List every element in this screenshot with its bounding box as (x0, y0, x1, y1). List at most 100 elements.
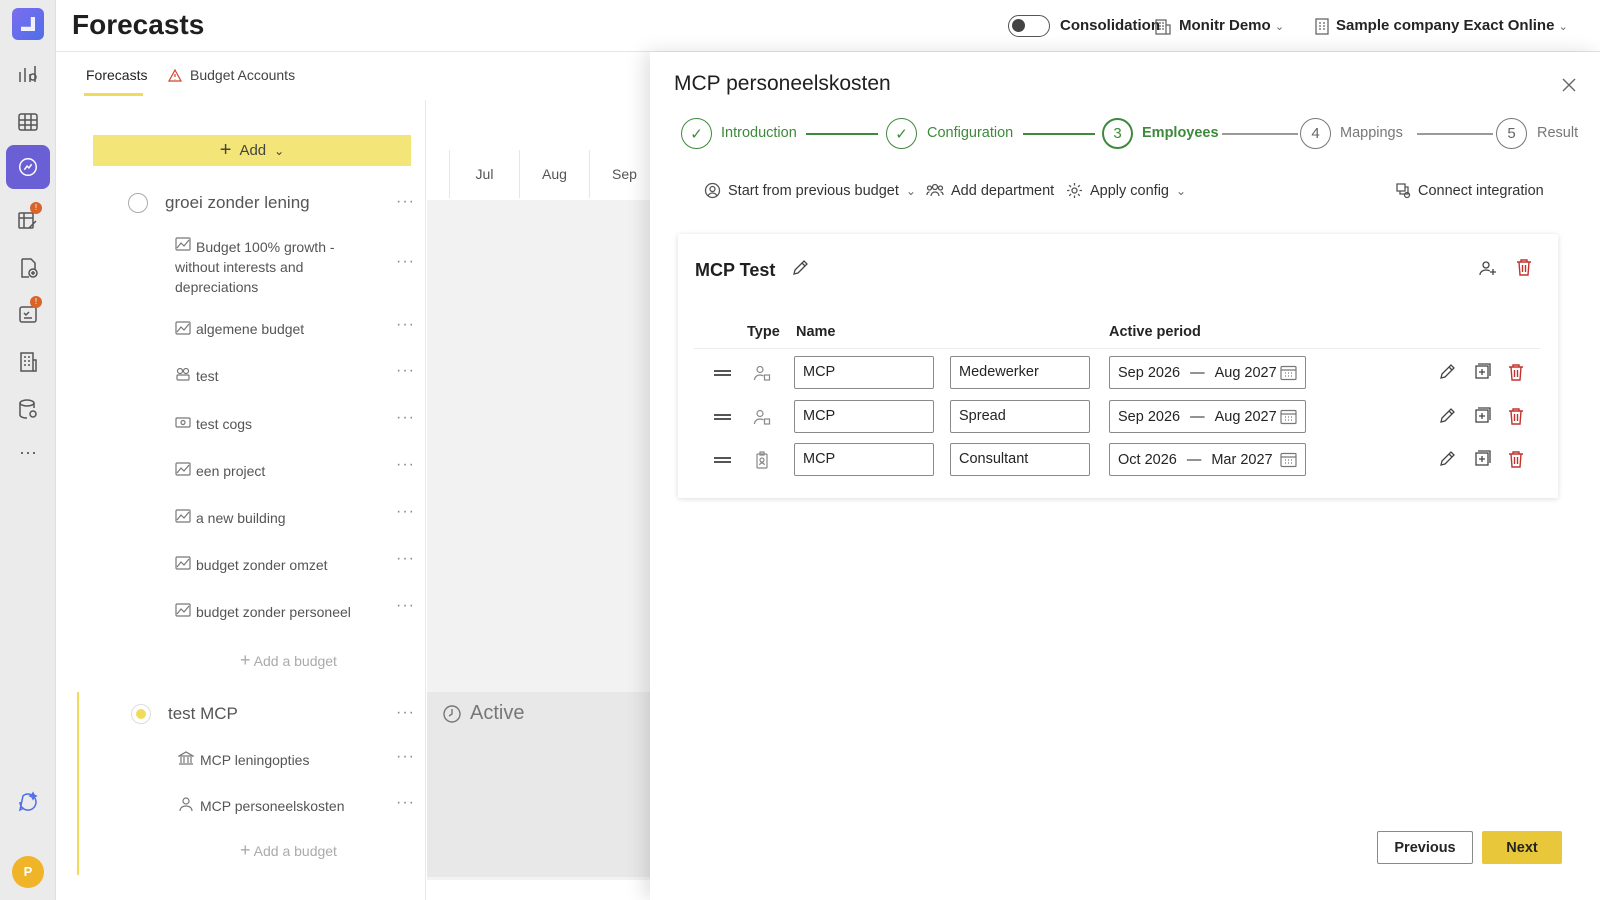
list-item[interactable]: een project (196, 463, 265, 479)
step-2-label[interactable]: Configuration (927, 125, 1013, 141)
step-4-label[interactable]: Mappings (1340, 125, 1403, 141)
step-1-circle[interactable]: ✓ (681, 118, 712, 149)
group-icon (175, 366, 191, 382)
employee-name-field[interactable]: MCP (794, 400, 934, 433)
start-from-previous-budget-button[interactable]: Start from previous budget ⌄ (704, 182, 916, 199)
more-options-icon[interactable]: ··· (396, 794, 415, 812)
delete-icon[interactable] (1508, 407, 1524, 425)
app-logo[interactable] (12, 8, 44, 40)
group-label[interactable]: groei zonder lening (165, 193, 310, 213)
scenario-tree (56, 100, 426, 900)
sheet-edit-icon[interactable]: ! (16, 202, 42, 232)
active-period-field[interactable]: Sep 2026 — Aug 2027 (1109, 400, 1306, 433)
drag-handle-icon[interactable] (714, 370, 731, 376)
table-icon[interactable] (16, 110, 40, 134)
list-item[interactable]: a new building (196, 510, 286, 526)
edit-icon[interactable] (1438, 407, 1456, 425)
organization-icon (1155, 17, 1171, 35)
more-options-icon[interactable]: ··· (396, 193, 415, 211)
checklist-icon[interactable]: ! (16, 296, 42, 326)
more-options-icon[interactable]: ··· (396, 704, 415, 722)
edit-icon[interactable] (1438, 363, 1456, 381)
add-budget-button[interactable]: + Add a budget (240, 840, 337, 861)
step-3-circle[interactable]: 3 (1102, 118, 1133, 149)
month-label: Aug (519, 150, 589, 198)
calendar-icon[interactable] (1280, 451, 1297, 468)
forecasts-icon[interactable] (6, 145, 50, 189)
active-period-field[interactable]: Sep 2026 — Aug 2027 (1109, 356, 1306, 389)
add-budget-button[interactable]: + Add a budget (240, 650, 337, 671)
step-1-label[interactable]: Introduction (721, 125, 797, 141)
add-employee-icon[interactable] (1479, 259, 1497, 277)
delete-icon[interactable] (1508, 450, 1524, 468)
apply-config-button[interactable]: Apply config ⌄ (1066, 182, 1186, 199)
active-tab-indicator (84, 93, 143, 96)
more-options-icon[interactable]: ··· (396, 316, 415, 334)
more-options-icon[interactable]: ··· (396, 409, 415, 427)
active-period-field[interactable]: Oct 2026 — Mar 2027 (1109, 443, 1306, 476)
list-item[interactable]: algemene budget (196, 321, 304, 337)
more-icon[interactable]: ··· (16, 443, 40, 467)
drag-handle-icon[interactable] (714, 457, 731, 463)
list-item[interactable]: test cogs (196, 416, 252, 432)
duplicate-icon[interactable] (1473, 450, 1491, 468)
more-options-icon[interactable]: ··· (396, 503, 415, 521)
edit-icon[interactable] (791, 259, 809, 277)
step-5-circle[interactable]: 5 (1496, 118, 1527, 149)
step-5-label[interactable]: Result (1537, 125, 1578, 141)
database-icon[interactable] (16, 397, 40, 421)
edit-icon[interactable] (1438, 450, 1456, 468)
more-options-icon[interactable]: ··· (396, 597, 415, 615)
tab-budget-accounts[interactable]: Budget Accounts (168, 67, 295, 83)
list-item[interactable]: MCP personeelskosten (200, 798, 344, 814)
delete-icon[interactable] (1516, 258, 1532, 276)
employee-name-field[interactable]: MCP (794, 356, 934, 389)
list-item[interactable]: budget zonder personeel (196, 604, 351, 620)
employee-role-field[interactable]: Consultant (950, 443, 1090, 476)
org-selector[interactable]: Monitr Demo ⌄ (1179, 17, 1284, 34)
list-item[interactable]: test (196, 368, 219, 384)
step-3-label[interactable]: Employees (1142, 125, 1219, 141)
more-options-icon[interactable]: ··· (396, 748, 415, 766)
document-add-icon[interactable] (16, 256, 40, 280)
delete-icon[interactable] (1508, 363, 1524, 381)
close-icon[interactable] (1562, 78, 1576, 92)
employee-role-field[interactable]: Spread (950, 400, 1090, 433)
consolidation-toggle[interactable] (1008, 15, 1050, 37)
duplicate-icon[interactable] (1473, 363, 1491, 381)
add-department-button[interactable]: Add department (926, 182, 1054, 199)
calendar-icon[interactable] (1280, 364, 1297, 381)
more-options-icon[interactable]: ··· (396, 253, 415, 271)
group-radio[interactable] (128, 193, 148, 213)
more-options-icon[interactable]: ··· (396, 456, 415, 474)
group-radio-selected[interactable] (131, 704, 151, 724)
chat-sparkle-icon[interactable] (16, 790, 40, 814)
list-item[interactable]: budget zonder omzet (196, 557, 328, 573)
table-row: MCP Medewerker Sep 2026 — Aug 2027 (678, 356, 1558, 390)
department-title: MCP Test (695, 260, 776, 280)
drag-handle-icon[interactable] (714, 414, 731, 420)
avatar[interactable]: P (12, 856, 44, 888)
company-selector[interactable]: Sample company Exact Online ⌄ (1336, 17, 1568, 34)
tab-forecasts[interactable]: Forecasts (86, 67, 147, 83)
duplicate-icon[interactable] (1473, 407, 1491, 425)
group-label[interactable]: test MCP (168, 704, 238, 724)
list-item[interactable]: Budget 100% growth - (196, 237, 335, 257)
next-button[interactable]: Next (1482, 831, 1562, 864)
scenario-icon (175, 236, 191, 252)
more-options-icon[interactable]: ··· (396, 362, 415, 380)
list-item[interactable]: MCP leningopties (200, 752, 309, 768)
employee-role-field[interactable]: Medewerker (950, 356, 1090, 389)
calendar-icon[interactable] (1280, 408, 1297, 425)
previous-button[interactable]: Previous (1377, 831, 1473, 864)
money-icon (175, 414, 191, 430)
dashboard-icon[interactable] (16, 62, 40, 86)
add-button[interactable]: + Add ⌄ (93, 135, 411, 166)
connect-integration-button[interactable]: Connect integration (1394, 182, 1544, 199)
employee-name-field[interactable]: MCP (794, 443, 934, 476)
step-4-circle[interactable]: 4 (1300, 118, 1331, 149)
more-options-icon[interactable]: ··· (396, 550, 415, 568)
gear-icon (1067, 183, 1082, 198)
step-2-circle[interactable]: ✓ (886, 118, 917, 149)
building-icon[interactable] (16, 350, 40, 374)
